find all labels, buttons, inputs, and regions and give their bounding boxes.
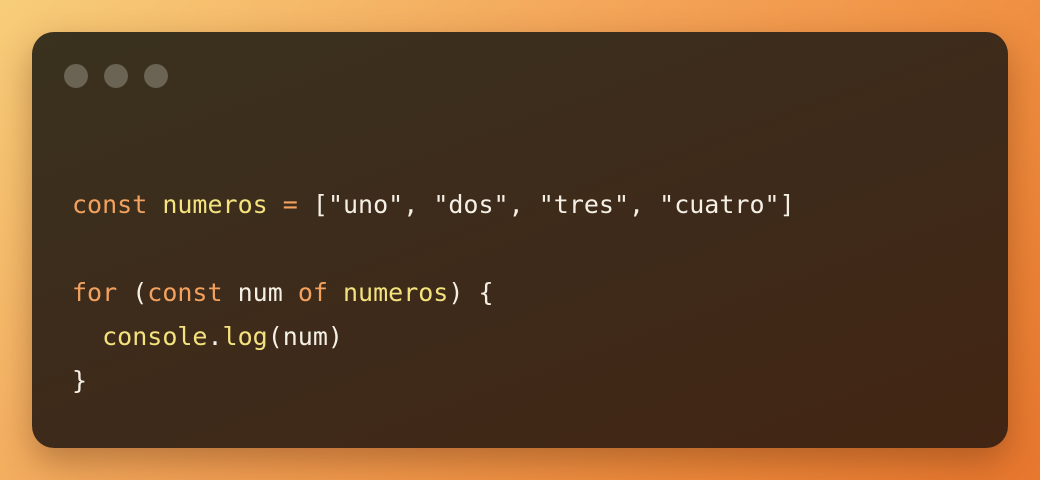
token-method: log [222,322,268,351]
token-variable: numeros [162,190,268,219]
token-string: "tres" [538,190,630,219]
window-control-dot-3[interactable] [144,64,168,88]
token-brace: } [72,366,88,395]
window-control-dot-2[interactable] [104,64,128,88]
token-keyword: for [72,278,118,307]
token-keyword: const [147,278,223,307]
token-string: "dos" [433,190,509,219]
token-string: "cuatro" [659,190,780,219]
window-controls [64,64,168,88]
token-comma: , [508,190,524,219]
token-paren: ) [327,322,343,351]
token-bracket: [ [312,190,328,219]
window-control-dot-1[interactable] [64,64,88,88]
token-comma: , [403,190,419,219]
code-line-5: } [72,359,795,403]
token-operator: = [282,190,298,219]
token-object: console [102,322,208,351]
token-dot: . [207,322,223,351]
token-comma: , [629,190,645,219]
token-keyword: of [297,278,328,307]
token-bracket: ] [779,190,795,219]
token-brace: { [478,278,494,307]
token-string: "uno" [327,190,404,219]
token-paren: ) [448,278,464,307]
token-keyword: const [72,190,148,219]
token-variable: numeros [343,278,449,307]
code-line-3: for (const num of numeros) { [72,271,795,315]
token-paren: ( [267,322,283,351]
code-window: const numeros = ["uno", "dos", "tres", "… [32,32,1008,448]
code-line-4: console.log(num) [72,315,795,359]
token-identifier: num [282,322,328,351]
token-identifier: num [237,278,283,307]
code-line-1: const numeros = ["uno", "dos", "tres", "… [72,183,795,227]
token-paren: ( [132,278,148,307]
code-block[interactable]: const numeros = ["uno", "dos", "tres", "… [72,183,795,403]
